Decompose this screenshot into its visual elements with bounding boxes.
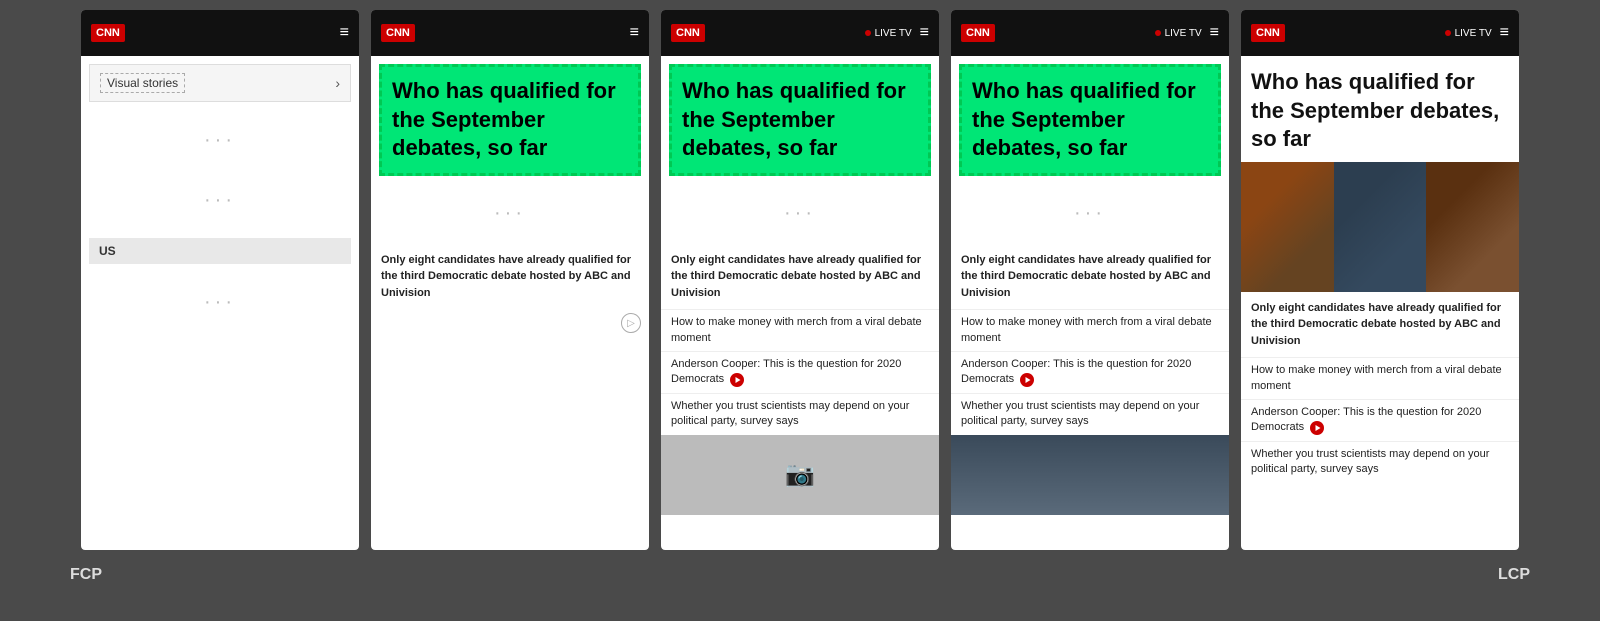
- video-play-icon-4-1: [1020, 373, 1034, 387]
- scroll-circle-icon[interactable]: ▷: [621, 313, 641, 333]
- header-right-3: LIVE TV ≡: [865, 24, 929, 42]
- sub-item-5-1[interactable]: Anderson Cooper: This is the question fo…: [1241, 399, 1519, 441]
- article-title-text-2: Who has qualified for the September deba…: [392, 78, 616, 160]
- sub-item-4-1-text: Anderson Cooper: This is the question fo…: [961, 358, 1191, 385]
- cnn-header-3: CNN LIVE TV ≡: [661, 10, 939, 56]
- header-right-2: ≡: [630, 24, 639, 42]
- cnn-logo-3: CNN: [671, 24, 705, 42]
- live-tv-text-5: LIVE TV: [1455, 28, 1492, 39]
- visual-stories-label: Visual stories: [100, 73, 185, 93]
- sub-item-4-0[interactable]: How to make money with merch from a vira…: [951, 309, 1229, 351]
- video-play-icon-5-1: [1310, 421, 1324, 435]
- article-main-text-5: Only eight candidates have already quali…: [1241, 292, 1519, 358]
- loading-dots-p2: ···: [371, 184, 649, 244]
- article-main-text-4: Only eight candidates have already quali…: [951, 244, 1229, 310]
- sub-item-3-1-text: Anderson Cooper: This is the question fo…: [671, 358, 901, 385]
- cnn-logo-1: CNN: [91, 24, 125, 42]
- gray-image-box-3: 📷: [661, 435, 939, 515]
- loading-dots-p3: ···: [661, 184, 939, 244]
- live-dot-3: [865, 30, 871, 36]
- person-image-2: [1334, 162, 1427, 292]
- article-title-text-4: Who has qualified for the September deba…: [972, 78, 1196, 160]
- loading-dots-p4: ···: [951, 184, 1229, 244]
- metric-labels-row: FCP LCP: [20, 558, 1580, 592]
- sub-item-3-1[interactable]: Anderson Cooper: This is the question fo…: [661, 351, 939, 393]
- sub-item-4-2[interactable]: Whether you trust scientists may depend …: [951, 393, 1229, 435]
- cnn-header-4: CNN LIVE TV ≡: [951, 10, 1229, 56]
- hamburger-icon-4[interactable]: ≡: [1210, 24, 1219, 42]
- article-title-highlighted-2[interactable]: Who has qualified for the September deba…: [379, 64, 641, 176]
- cnn-logo-5: CNN: [1251, 24, 1285, 42]
- cnn-header-2: CNN ≡: [371, 10, 649, 56]
- article-title-highlighted-4[interactable]: Who has qualified for the September deba…: [959, 64, 1221, 176]
- header-right-4: LIVE TV ≡: [1155, 24, 1219, 42]
- article-title-text-5: Who has qualified for the September deba…: [1251, 69, 1499, 151]
- live-tv-badge-5: LIVE TV: [1445, 28, 1492, 39]
- hamburger-icon-2[interactable]: ≡: [630, 24, 639, 42]
- hamburger-icon-5[interactable]: ≡: [1500, 24, 1509, 42]
- person-image-3: [1426, 162, 1519, 292]
- sub-item-5-2[interactable]: Whether you trust scientists may depend …: [1241, 441, 1519, 483]
- panel-lcp: CNN LIVE TV ≡ Who has qualified for the …: [1241, 10, 1519, 550]
- fcp-label: FCP: [70, 566, 102, 584]
- arrow-right-icon: ›: [335, 75, 340, 91]
- panel-fcp: CNN ≡ Visual stories › ··· ··· US ···: [81, 10, 359, 550]
- visual-stories-bar[interactable]: Visual stories ›: [89, 64, 351, 102]
- hamburger-icon-1[interactable]: ≡: [340, 24, 349, 42]
- sub-item-5-1-text: Anderson Cooper: This is the question fo…: [1251, 406, 1481, 433]
- scroll-indicator-2: ▷: [371, 309, 649, 337]
- article-main-text-3: Only eight candidates have already quali…: [661, 244, 939, 310]
- live-dot-5: [1445, 30, 1451, 36]
- article-title-text-3: Who has qualified for the September deba…: [682, 78, 906, 160]
- article-title-highlighted-3[interactable]: Who has qualified for the September deba…: [669, 64, 931, 176]
- header-right-5: LIVE TV ≡: [1445, 24, 1509, 42]
- sub-item-5-0[interactable]: How to make money with merch from a vira…: [1241, 357, 1519, 399]
- panel-3: CNN LIVE TV ≡ Who has qualified for the …: [661, 10, 939, 550]
- article-main-text-2: Only eight candidates have already quali…: [371, 244, 649, 310]
- cnn-header-1: CNN ≡: [81, 10, 359, 56]
- header-right-1: ≡: [340, 24, 349, 42]
- us-section-label: US: [89, 238, 351, 264]
- cnn-logo-2: CNN: [381, 24, 415, 42]
- live-tv-text-4: LIVE TV: [1165, 28, 1202, 39]
- panels-container: CNN ≡ Visual stories › ··· ··· US ··· CN…: [20, 10, 1580, 550]
- cnn-logo-4: CNN: [961, 24, 995, 42]
- live-tv-badge-4: LIVE TV: [1155, 28, 1202, 39]
- live-tv-badge-3: LIVE TV: [865, 28, 912, 39]
- article-title-plain-5[interactable]: Who has qualified for the September deba…: [1249, 64, 1511, 158]
- panel-4: CNN LIVE TV ≡ Who has qualified for the …: [951, 10, 1229, 550]
- hamburger-icon-3[interactable]: ≡: [920, 24, 929, 42]
- person-image-1: [1241, 162, 1334, 292]
- panel-2: CNN ≡ Who has qualified for the Septembe…: [371, 10, 649, 550]
- dark-image-box-4: [951, 435, 1229, 515]
- live-dot-4: [1155, 30, 1161, 36]
- loading-dots-3: ···: [81, 272, 359, 332]
- sub-item-3-2[interactable]: Whether you trust scientists may depend …: [661, 393, 939, 435]
- lcp-label: LCP: [1498, 566, 1530, 584]
- person-image-grid: [1241, 162, 1519, 292]
- video-play-icon-3-1: [730, 373, 744, 387]
- loading-dots-2: ···: [81, 170, 359, 230]
- gray-box-text-3: 📷: [785, 460, 815, 489]
- sub-item-4-1[interactable]: Anderson Cooper: This is the question fo…: [951, 351, 1229, 393]
- loading-dots-1: ···: [81, 110, 359, 170]
- cnn-header-5: CNN LIVE TV ≡: [1241, 10, 1519, 56]
- live-tv-text-3: LIVE TV: [875, 28, 912, 39]
- sub-item-3-0[interactable]: How to make money with merch from a vira…: [661, 309, 939, 351]
